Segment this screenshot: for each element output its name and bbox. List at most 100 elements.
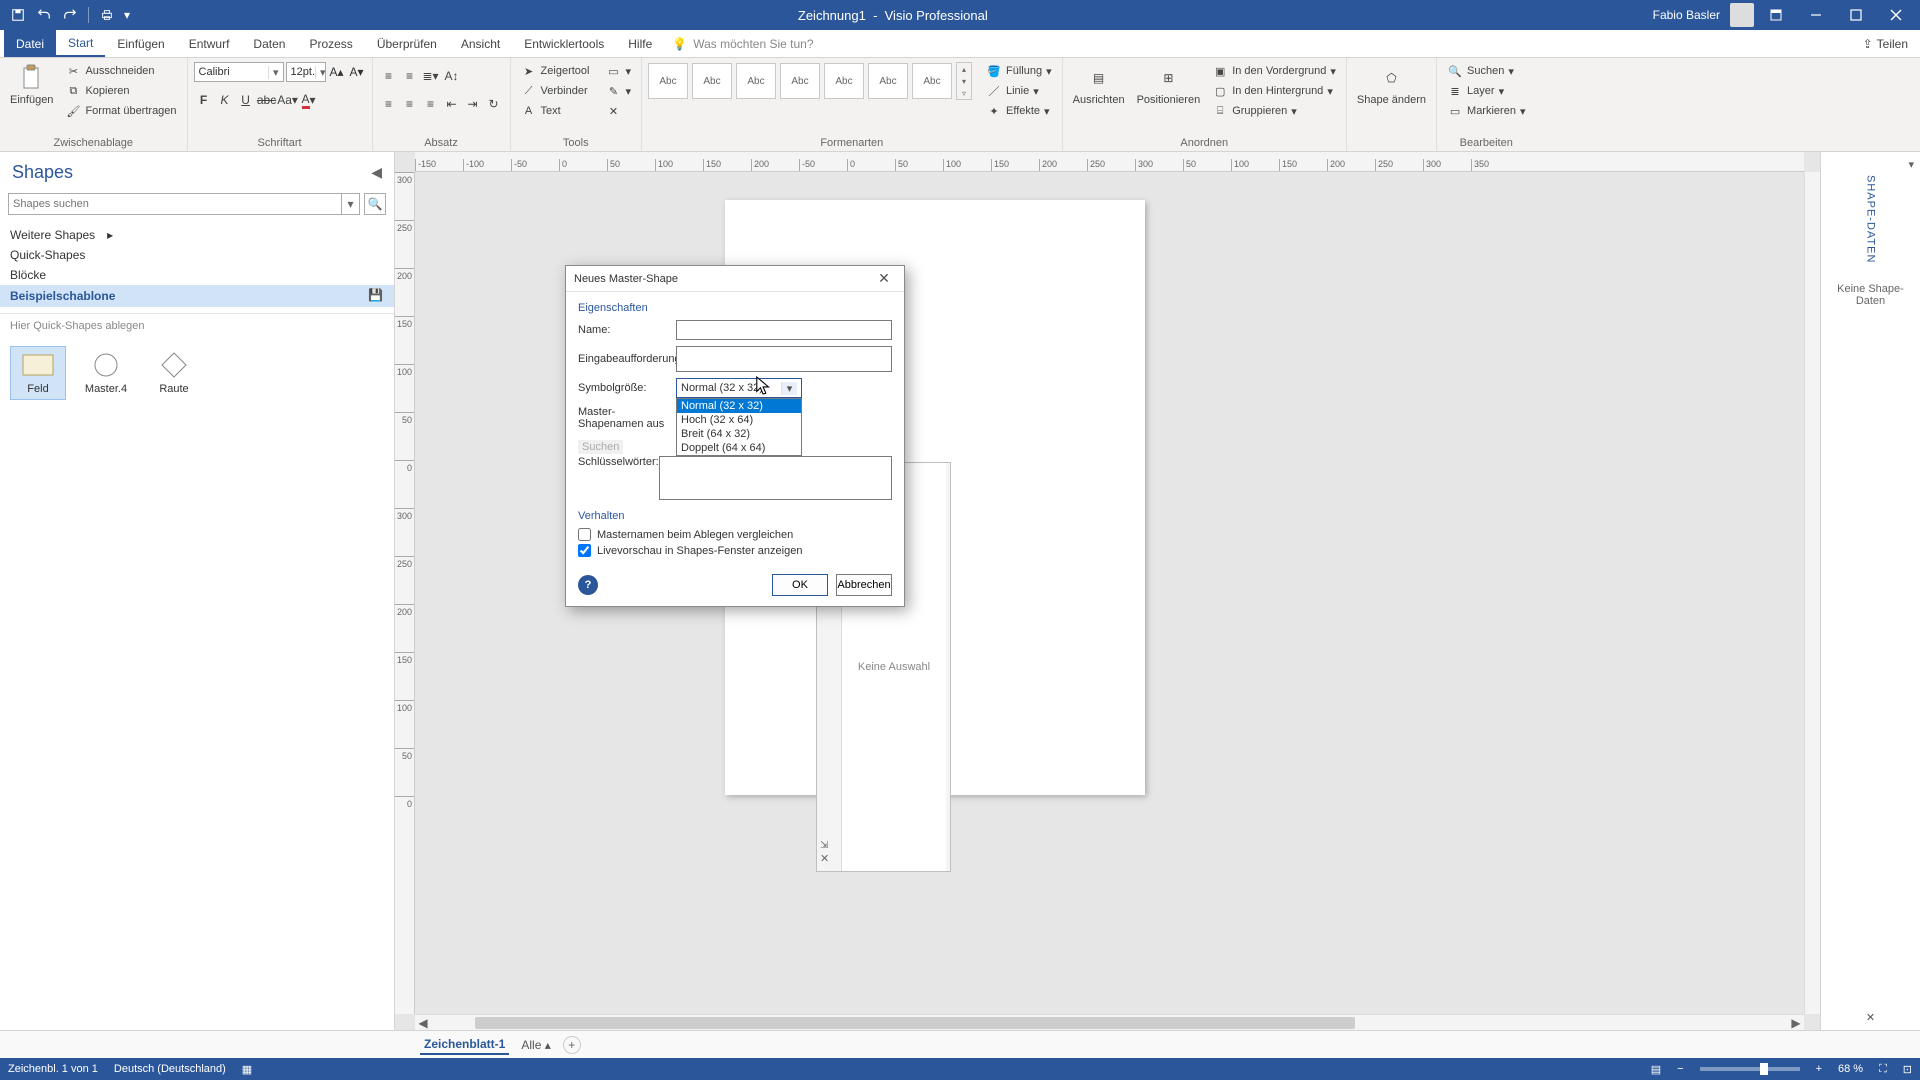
style-swatch[interactable]: Abc [912, 63, 952, 99]
blocks-item[interactable]: Blöcke [0, 265, 394, 285]
close-pane-x-icon[interactable]: ✕ [1866, 1011, 1875, 1024]
font-color-button[interactable]: A▾ [299, 90, 319, 110]
iconsize-option[interactable]: Hoch (32 x 64) [677, 413, 801, 427]
print-icon[interactable] [95, 3, 119, 27]
scroll-right-icon[interactable]: ▶ [1788, 1015, 1804, 1030]
gallery-scroll[interactable]: ▴▾▿ [956, 62, 972, 100]
language-button[interactable]: Deutsch (Deutschland) [114, 1063, 226, 1075]
style-gallery[interactable]: Abc Abc Abc Abc Abc Abc Abc ▴▾▿ [648, 62, 972, 100]
rectangle-tool[interactable]: ▭▾ [601, 62, 635, 80]
cancel-button[interactable]: Abbrechen [836, 574, 892, 596]
add-page-button[interactable]: + [563, 1036, 581, 1054]
pan-zoom-icon[interactable]: ⊡ [1903, 1063, 1912, 1076]
bullets-icon[interactable]: ≣▾ [421, 66, 441, 86]
rotate-text-icon[interactable]: ↻ [484, 94, 504, 114]
close-pane-icon[interactable]: ✕ [820, 852, 829, 865]
qat-dropdown-icon[interactable]: ▾ [121, 3, 133, 27]
align-center-icon[interactable]: ≡ [400, 94, 420, 114]
search-go-button[interactable]: 🔍 [364, 193, 386, 215]
style-swatch[interactable]: Abc [780, 63, 820, 99]
align-middle-icon[interactable]: ≡ [400, 66, 420, 86]
shape-master4[interactable]: Master.4 [78, 346, 134, 400]
tab-insert[interactable]: Einfügen [105, 30, 176, 57]
font-name-combo[interactable]: Calibri▾ [194, 62, 284, 82]
align-button[interactable]: ▤Ausrichten [1069, 62, 1129, 108]
iconsize-combo[interactable]: Normal (32 x 32)▾ Normal (32 x 32) Hoch … [676, 378, 802, 398]
ok-button[interactable]: OK [772, 574, 828, 596]
paste-button[interactable]: Einfügen [6, 62, 57, 108]
indent-inc-icon[interactable]: ⇥ [463, 94, 483, 114]
strike-button[interactable]: abc [257, 90, 277, 110]
scroll-left-icon[interactable]: ◀ [415, 1015, 431, 1030]
scroll-thumb[interactable] [475, 1017, 1355, 1029]
bold-button[interactable]: F [194, 90, 214, 110]
user-name[interactable]: Fabio Basler [1653, 8, 1720, 22]
connect-point-tool[interactable]: ✕ [601, 102, 635, 120]
ribbon-options-icon[interactable] [1758, 0, 1794, 30]
iconsize-option[interactable]: Doppelt (64 x 64) [677, 441, 801, 455]
redo-icon[interactable] [58, 3, 82, 27]
user-avatar[interactable] [1730, 3, 1754, 27]
name-input[interactable] [676, 320, 892, 340]
text-direction-icon[interactable]: A↕ [442, 66, 462, 86]
zoom-value[interactable]: 68 % [1838, 1063, 1863, 1075]
align-left-icon[interactable]: ≡ [379, 94, 399, 114]
tab-start[interactable]: Start [56, 30, 105, 57]
connector-tool[interactable]: ⟋Verbinder [517, 82, 594, 100]
italic-button[interactable]: K [215, 90, 235, 110]
style-swatch[interactable]: Abc [692, 63, 732, 99]
zoom-in-icon[interactable]: + [1816, 1063, 1822, 1075]
find-button[interactable]: 🔍Suchen ▾ [1443, 62, 1529, 80]
style-swatch[interactable]: Abc [824, 63, 864, 99]
pin-icon[interactable]: ⇲ [820, 840, 828, 851]
zoom-slider[interactable] [1700, 1067, 1800, 1071]
shapes-search-input[interactable] [8, 193, 342, 215]
horizontal-scrollbar[interactable]: ◀ ▶ [415, 1014, 1804, 1030]
close-icon[interactable] [1878, 0, 1914, 30]
shape-raute[interactable]: Raute [146, 346, 202, 400]
vertical-scrollbar[interactable] [1804, 172, 1820, 1014]
help-icon[interactable]: ? [578, 575, 598, 595]
zoom-out-icon[interactable]: − [1677, 1063, 1683, 1075]
cut-button[interactable]: ✂Ausschneiden [61, 62, 180, 80]
prompt-input[interactable] [676, 346, 892, 372]
keywords-input[interactable] [659, 456, 892, 500]
dialog-titlebar[interactable]: Neues Master-Shape ✕ [566, 266, 904, 292]
bring-front-button[interactable]: ▣In den Vordergrund ▾ [1208, 62, 1340, 80]
all-pages-button[interactable]: Alle ▴ [521, 1038, 550, 1052]
style-swatch[interactable]: Abc [868, 63, 908, 99]
quick-shapes-item[interactable]: Quick-Shapes [0, 245, 394, 265]
tab-developer[interactable]: Entwicklertools [512, 30, 616, 57]
fill-button[interactable]: 🪣Füllung ▾ [982, 62, 1056, 80]
pointer-tool[interactable]: ➤Zeigertool [517, 62, 594, 80]
layer-button[interactable]: ≣Layer ▾ [1443, 82, 1529, 100]
tell-me[interactable]: 💡 Was möchten Sie tun? [672, 30, 813, 57]
position-button[interactable]: ⊞Positionieren [1133, 62, 1205, 108]
style-swatch[interactable]: Abc [736, 63, 776, 99]
search-dropdown-icon[interactable]: ▾ [342, 193, 360, 215]
case-button[interactable]: Aa▾ [278, 90, 298, 110]
minimize-icon[interactable] [1798, 0, 1834, 30]
quick-drop-area[interactable]: Hier Quick-Shapes ablegen [0, 313, 394, 338]
line-button[interactable]: ／Linie ▾ [982, 82, 1056, 100]
dialog-close-icon[interactable]: ✕ [872, 267, 896, 291]
match-names-checkbox[interactable]: Masternamen beim Ablegen vergleichen [578, 528, 892, 541]
iconsize-option[interactable]: Normal (32 x 32) [677, 399, 801, 413]
tab-design[interactable]: Entwurf [177, 30, 242, 57]
shrink-font-icon[interactable]: A▾ [348, 62, 366, 82]
indent-dec-icon[interactable]: ⇤ [442, 94, 462, 114]
tab-process[interactable]: Prozess [297, 30, 364, 57]
underline-button[interactable]: U [236, 90, 256, 110]
format-painter-button[interactable]: 🖌Format übertragen [61, 102, 180, 120]
line-draw-tool[interactable]: ✎▾ [601, 82, 635, 100]
more-shapes-item[interactable]: Weitere Shapes▸ [0, 225, 394, 245]
tab-view[interactable]: Ansicht [449, 30, 512, 57]
iconsize-option[interactable]: Breit (64 x 32) [677, 427, 801, 441]
select-button[interactable]: ▭Markieren ▾ [1443, 102, 1529, 120]
tab-data[interactable]: Daten [241, 30, 297, 57]
save-stencil-icon[interactable]: 💾 [368, 288, 384, 304]
tab-review[interactable]: Überprüfen [365, 30, 449, 57]
tab-help[interactable]: Hilfe [616, 30, 664, 57]
align-right-icon[interactable]: ≡ [421, 94, 441, 114]
sample-stencil-item[interactable]: Beispielschablone💾 [0, 285, 394, 307]
